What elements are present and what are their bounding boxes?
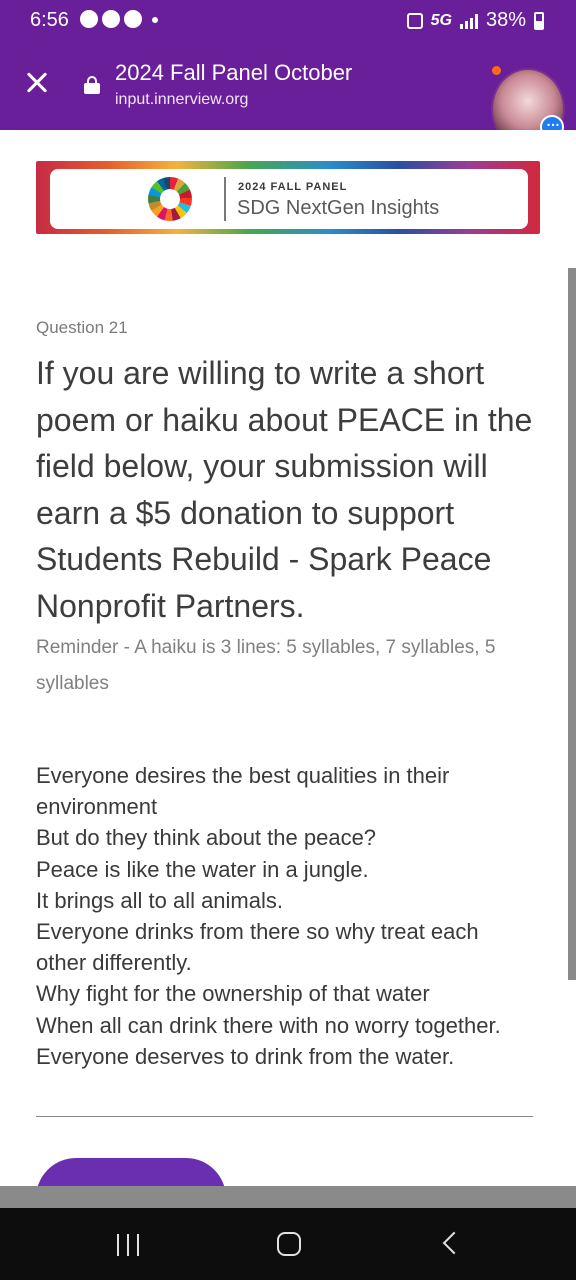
lock-icon <box>84 76 100 94</box>
banner-card: 2024 FALL PANEL SDG NextGen Insights <box>50 169 528 229</box>
survey-banner-area: 2024 FALL PANEL SDG NextGen Insights <box>0 130 576 268</box>
battery-percent: 38% <box>485 9 526 31</box>
banner-brand: SDG NextGen Insights <box>237 197 440 219</box>
battery-icon <box>534 11 544 30</box>
next-button[interactable] <box>36 1158 226 1186</box>
banner-divider <box>224 177 226 221</box>
question-text: If you are willing to write a short poem… <box>36 355 533 624</box>
banner-kicker: 2024 FALL PANEL <box>238 181 348 193</box>
question-hint: Reminder - A haiku is 3 lines: 5 syllabl… <box>36 637 496 694</box>
page-title[interactable]: 2024 Fall Panel October <box>115 60 352 86</box>
signal-icon <box>459 13 478 29</box>
network-type: 5G <box>430 11 452 29</box>
answer-textarea[interactable]: Everyone desires the best qualities in t… <box>36 760 534 1072</box>
close-icon[interactable] <box>22 68 52 98</box>
back-icon[interactable] <box>442 1231 466 1255</box>
snapchat-notification-icon <box>124 10 142 28</box>
recent-apps-icon[interactable] <box>117 1234 139 1256</box>
mute-icon <box>406 12 423 29</box>
notification-icons <box>80 10 158 28</box>
answer-underline <box>36 1116 533 1117</box>
status-time: 6:56 <box>30 9 69 31</box>
browser-header: 6:56 5G 38% 2024 Fall Panel October inpu… <box>0 0 576 130</box>
status-bar: 6:56 5G 38% <box>0 0 576 42</box>
survey-banner: 2024 FALL PANEL SDG NextGen Insights <box>36 161 540 234</box>
page-url[interactable]: input.innerview.org <box>115 91 248 109</box>
system-nav-bar <box>0 1208 576 1280</box>
sdg-wheel-logo <box>148 177 192 221</box>
home-icon[interactable] <box>277 1232 301 1256</box>
bottom-strip <box>0 1186 576 1208</box>
question-number: Question 21 <box>36 318 128 337</box>
more-notifications-icon <box>152 17 158 23</box>
threads-notification-icon <box>102 10 120 28</box>
scrollbar-thumb[interactable] <box>568 268 576 980</box>
chat-notification-icon <box>80 10 98 28</box>
question-content: Question 21 If you are willing to write … <box>0 268 576 1186</box>
unread-dot <box>492 66 501 75</box>
